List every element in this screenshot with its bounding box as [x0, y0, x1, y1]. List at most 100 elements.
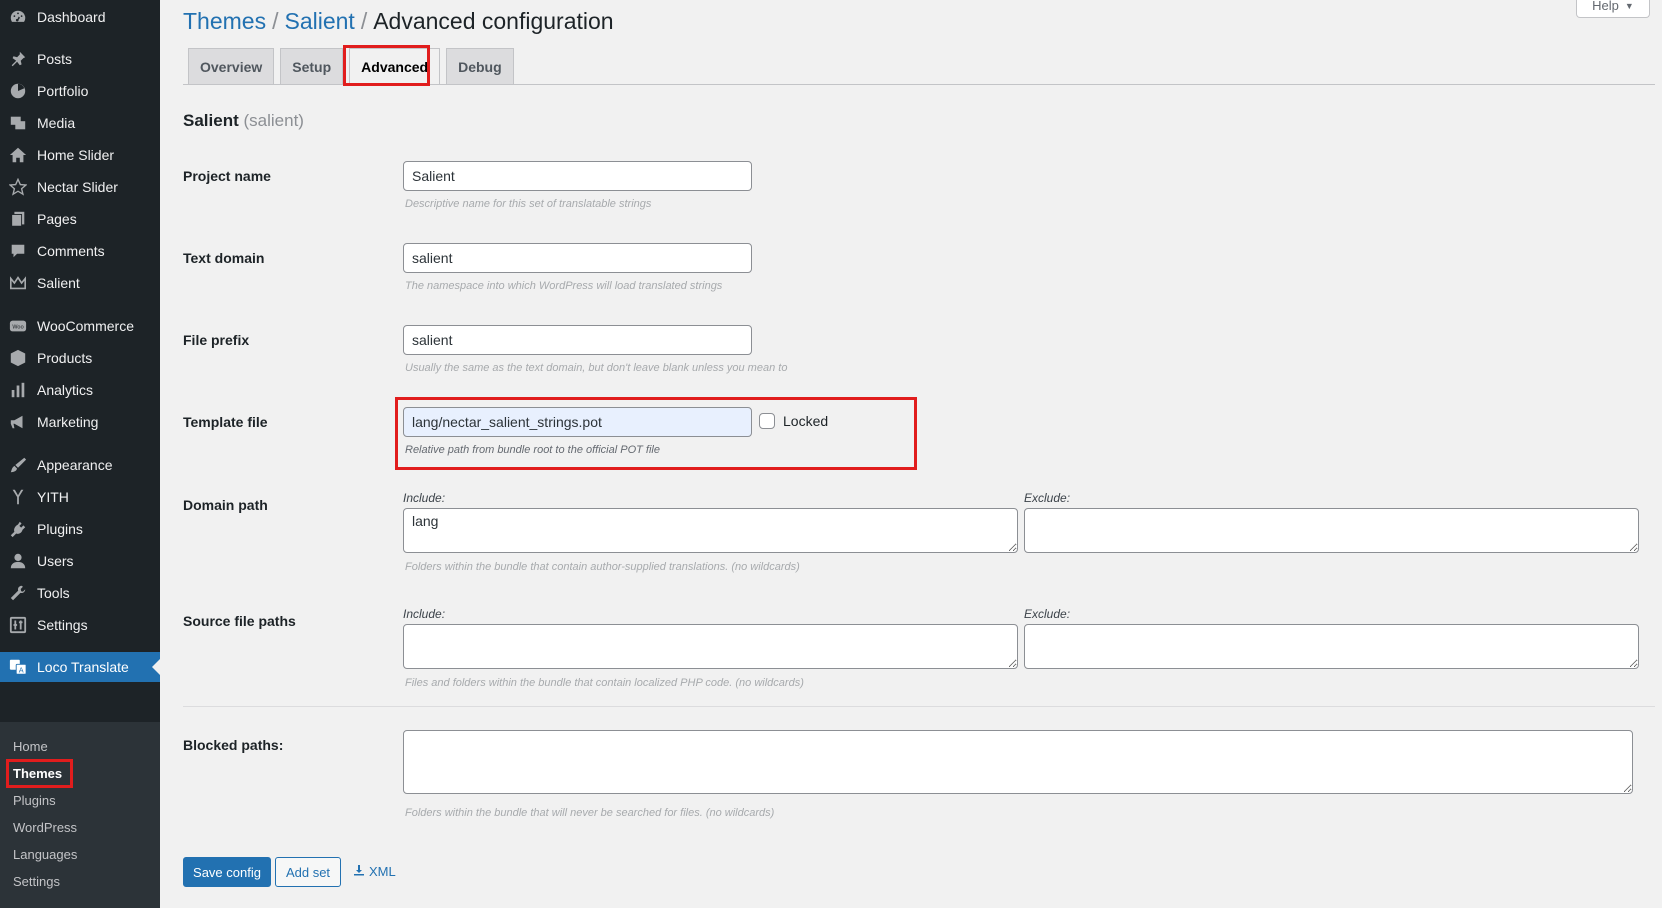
pin-icon — [8, 49, 28, 69]
download-icon — [353, 864, 365, 879]
bundle-name: Salient — [183, 111, 239, 130]
menu-woocommerce[interactable]: Woo WooCommerce — [0, 311, 160, 341]
template-file-input[interactable] — [403, 407, 752, 437]
tab-underline — [183, 84, 1655, 85]
dashboard-icon — [8, 7, 28, 27]
submenu-plugins[interactable]: Plugins — [13, 793, 56, 808]
svg-text:A: A — [19, 665, 24, 674]
submenu-themes[interactable]: Themes — [13, 766, 62, 781]
domain-path-label: Domain path — [183, 497, 268, 513]
menu-marketing[interactable]: Marketing — [0, 407, 160, 437]
source-paths-exclude-textarea[interactable] — [1024, 624, 1639, 669]
menu-label: Plugins — [37, 521, 83, 537]
menu-products[interactable]: Products — [0, 343, 160, 373]
plug-icon — [8, 519, 28, 539]
menu-nectar-slider[interactable]: Nectar Slider — [0, 172, 160, 202]
page-title: Advanced configuration — [373, 8, 614, 34]
add-set-button[interactable]: Add set — [275, 857, 341, 887]
submenu-home[interactable]: Home — [13, 739, 48, 754]
help-button[interactable]: Help ▼ — [1576, 0, 1650, 18]
save-config-button[interactable]: Save config — [183, 857, 271, 887]
source-paths-label: Source file paths — [183, 613, 296, 629]
text-domain-description: The namespace into which WordPress will … — [405, 280, 723, 292]
menu-analytics[interactable]: Analytics — [0, 375, 160, 405]
template-file-description: Relative path from bundle root to the of… — [405, 444, 660, 456]
wrench-icon — [8, 583, 28, 603]
chevron-down-icon: ▼ — [1624, 0, 1634, 11]
menu-label: WooCommerce — [37, 318, 134, 334]
bundle-slug: (salient) — [243, 111, 304, 130]
menu-media[interactable]: Media — [0, 108, 160, 138]
pages-icon — [8, 209, 28, 229]
section-divider — [183, 706, 1655, 707]
breadcrumb-separator: / — [360, 8, 368, 34]
submenu-wordpress[interactable]: WordPress — [13, 820, 77, 835]
menu-posts[interactable]: Posts — [0, 44, 160, 74]
menu-home-slider[interactable]: Home Slider — [0, 140, 160, 170]
breadcrumb-salient-link[interactable]: Salient — [284, 8, 354, 34]
portfolio-icon — [8, 81, 28, 101]
bar-chart-icon — [8, 380, 28, 400]
file-prefix-label: File prefix — [183, 332, 250, 348]
menu-loco-translate[interactable]: A Loco Translate — [0, 652, 160, 682]
menu-appearance[interactable]: Appearance — [0, 450, 160, 480]
help-label: Help — [1592, 0, 1619, 13]
menu-label: Appearance — [37, 457, 113, 473]
text-domain-input[interactable] — [403, 243, 752, 273]
menu-label: Posts — [37, 51, 73, 67]
tab-bar: Overview Setup Advanced Debug — [188, 48, 514, 85]
menu-comments[interactable]: Comments — [0, 236, 160, 266]
menu-settings[interactable]: Settings — [0, 610, 160, 640]
menu-tools[interactable]: Tools — [0, 578, 160, 608]
source-paths-description: Files and folders within the bundle that… — [405, 677, 804, 689]
menu-label: Loco Translate — [37, 659, 129, 675]
submenu-languages[interactable]: Languages — [13, 847, 77, 862]
menu-label: YITH — [37, 489, 69, 505]
xml-link-label: XML — [369, 864, 396, 879]
menu-label: Settings — [37, 617, 88, 633]
domain-path-exclude-textarea[interactable] — [1024, 508, 1639, 553]
blocked-paths-textarea[interactable] — [403, 730, 1633, 794]
woo-icon: Woo — [8, 316, 28, 336]
blocked-paths-description: Folders within the bundle that will neve… — [405, 807, 775, 819]
menu-salient[interactable]: Salient — [0, 268, 160, 298]
media-icon — [8, 113, 28, 133]
submenu-settings[interactable]: Settings — [13, 874, 60, 889]
menu-label: Marketing — [37, 414, 99, 430]
breadcrumb-themes-link[interactable]: Themes — [183, 8, 266, 34]
domain-path-include-textarea[interactable]: lang — [403, 508, 1018, 553]
xml-download-link[interactable]: XML — [353, 864, 396, 879]
source-paths-include-textarea[interactable] — [403, 624, 1018, 669]
project-name-description: Descriptive name for this set of transla… — [405, 198, 652, 210]
project-name-label: Project name — [183, 168, 271, 184]
menu-dashboard[interactable]: Dashboard — [0, 2, 160, 32]
menu-users[interactable]: Users — [0, 546, 160, 576]
crown-icon — [8, 273, 28, 293]
user-icon — [8, 551, 28, 571]
menu-label: Home Slider — [37, 147, 115, 163]
project-name-input[interactable] — [403, 161, 752, 191]
locked-checkbox[interactable] — [759, 413, 775, 429]
settings-icon — [8, 615, 28, 635]
menu-pages[interactable]: Pages — [0, 204, 160, 234]
tab-debug[interactable]: Debug — [446, 48, 514, 85]
tab-advanced[interactable]: Advanced — [349, 48, 441, 85]
locked-label: Locked — [783, 413, 829, 429]
domain-path-description: Folders within the bundle that contain a… — [405, 561, 800, 573]
tab-setup[interactable]: Setup — [280, 48, 344, 85]
menu-plugins[interactable]: Plugins — [0, 514, 160, 544]
breadcrumb: Themes / Salient / Advanced configuration — [183, 8, 614, 35]
comment-icon — [8, 241, 28, 261]
brush-icon — [8, 455, 28, 475]
megaphone-icon — [8, 412, 28, 432]
menu-portfolio[interactable]: Portfolio — [0, 76, 160, 106]
menu-label: Tools — [37, 585, 70, 601]
menu-label: Analytics — [37, 382, 94, 398]
breadcrumb-separator: / — [272, 8, 279, 34]
menu-yith[interactable]: YITH — [0, 482, 160, 512]
domain-path-exclude-label: Exclude: — [1024, 491, 1071, 505]
file-prefix-input[interactable] — [403, 325, 752, 355]
tab-overview[interactable]: Overview — [188, 48, 275, 85]
main-content: Themes / Salient / Advanced configuration He… — [160, 0, 1662, 908]
menu-label: Media — [37, 115, 76, 131]
